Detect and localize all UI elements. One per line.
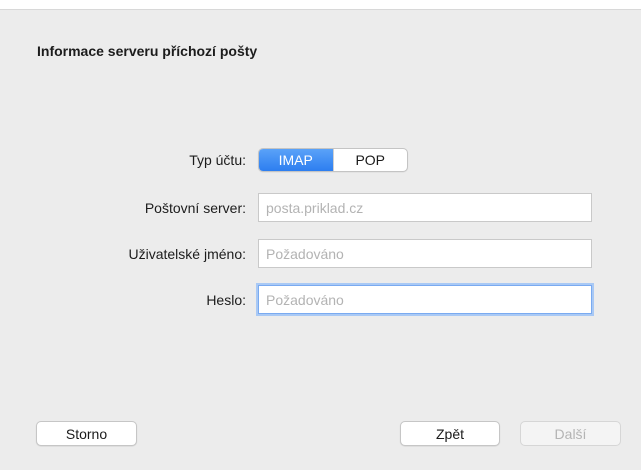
segment-pop[interactable]: POP bbox=[332, 149, 408, 171]
account-type-label: Typ účtu: bbox=[189, 152, 246, 168]
window-divider bbox=[0, 9, 641, 10]
segment-imap[interactable]: IMAP bbox=[259, 149, 333, 171]
mail-server-input[interactable] bbox=[258, 193, 592, 222]
window-top-edge bbox=[0, 0, 641, 9]
password-label: Heslo: bbox=[206, 292, 246, 308]
back-button[interactable]: Zpět bbox=[400, 421, 500, 446]
mail-server-label: Poštovní server: bbox=[144, 200, 246, 216]
next-button[interactable]: Další bbox=[520, 421, 621, 446]
username-label: Uživatelské jméno: bbox=[128, 246, 247, 262]
password-input[interactable] bbox=[258, 285, 592, 314]
account-type-segmented-control[interactable]: IMAP POP bbox=[258, 148, 408, 172]
cancel-button[interactable]: Storno bbox=[36, 421, 137, 446]
dialog-heading: Informace serveru příchozí pošty bbox=[37, 43, 258, 59]
username-input[interactable] bbox=[258, 239, 592, 268]
